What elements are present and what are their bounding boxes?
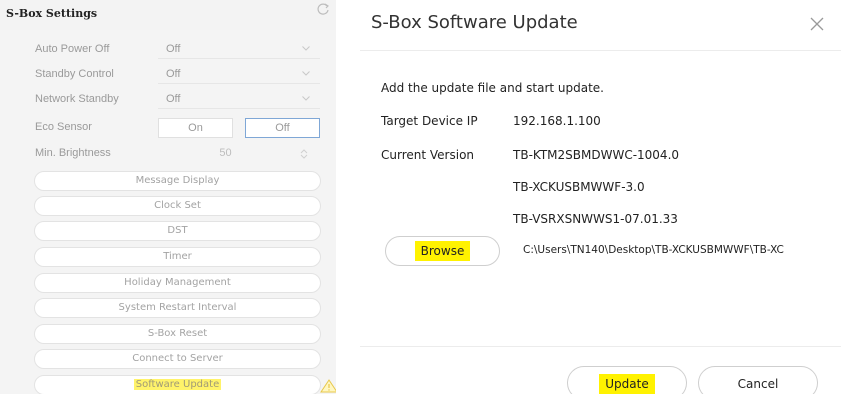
eco-sensor-off-button[interactable]: Off xyxy=(245,118,320,138)
setting-label: Auto Power Off xyxy=(35,43,110,55)
warning-icon xyxy=(320,379,336,393)
settings-header: S-Box Settings xyxy=(0,0,336,30)
software-update-dialog: S-Box Software Update Add the update fil… xyxy=(360,0,841,394)
version-item: TB-VSRXSNWWS1-07.01.33 xyxy=(513,212,678,226)
holiday-management-button[interactable]: Holiday Management xyxy=(34,273,321,293)
connect-to-server-button[interactable]: Connect to Server xyxy=(34,349,321,369)
select-value: Off xyxy=(166,93,181,105)
settings-body: Auto Power Off Off Standby Control Off N… xyxy=(0,30,336,394)
chevron-down-icon xyxy=(302,71,310,76)
setting-label: Standby Control xyxy=(35,68,114,80)
settings-title: S-Box Settings xyxy=(6,7,98,20)
select-value: Off xyxy=(166,43,181,55)
update-button[interactable]: Update xyxy=(567,366,687,394)
update-label: Update xyxy=(599,374,655,394)
brightness-value: 50 xyxy=(219,147,232,159)
version-item: TB-XCKUSBMWWF-3.0 xyxy=(513,180,645,194)
browse-label: Browse xyxy=(414,241,471,261)
setting-row-eco-sensor: Eco Sensor On Off xyxy=(0,118,336,138)
target-ip-label: Target Device IP xyxy=(381,114,478,128)
auto-power-off-select[interactable]: Off xyxy=(158,41,320,59)
clock-set-button[interactable]: Clock Set xyxy=(34,196,321,216)
network-standby-select[interactable]: Off xyxy=(158,91,320,109)
sbox-settings-panel: S-Box Settings Auto Power Off Off Standb… xyxy=(0,0,336,394)
stepper-icon[interactable] xyxy=(298,148,310,160)
setting-row-min-brightness: Min. Brightness 50 xyxy=(0,144,336,164)
footer-divider xyxy=(360,346,841,347)
select-value: Off xyxy=(166,68,181,80)
setting-row-auto-power-off: Auto Power Off Off xyxy=(0,40,336,60)
software-update-button[interactable]: Software Update xyxy=(34,375,336,394)
min-brightness-input[interactable]: 50 xyxy=(158,144,320,164)
cancel-button[interactable]: Cancel xyxy=(698,366,818,394)
setting-row-standby-control: Standby Control Off xyxy=(0,65,336,85)
dialog-title: S-Box Software Update xyxy=(371,12,578,33)
browse-button[interactable]: Browse xyxy=(385,236,500,266)
target-ip-value: 192.168.1.100 xyxy=(513,114,601,128)
version-item: TB-KTM2SBMDWWC-1004.0 xyxy=(513,148,680,162)
title-divider xyxy=(360,50,841,51)
message-display-button[interactable]: Message Display xyxy=(34,171,321,191)
system-restart-interval-button[interactable]: System Restart Interval xyxy=(34,298,321,318)
setting-label: Network Standby xyxy=(35,93,119,105)
setting-label: Min. Brightness xyxy=(35,147,111,159)
software-update-label: Software Update xyxy=(133,379,222,390)
timer-button[interactable]: Timer xyxy=(34,247,321,267)
setting-row-network-standby: Network Standby Off xyxy=(0,90,336,110)
close-icon[interactable] xyxy=(810,17,824,31)
current-version-label: Current Version xyxy=(381,148,475,162)
standby-control-select[interactable]: Off xyxy=(158,66,320,84)
dst-button[interactable]: DST xyxy=(34,221,321,241)
file-path-text: C:\Users\TN140\Desktop\TB-XCKUSBMWWF\TB-… xyxy=(523,244,784,256)
setting-label: Eco Sensor xyxy=(35,121,92,133)
instruction-text: Add the update file and start update. xyxy=(381,81,604,95)
refresh-icon[interactable] xyxy=(316,2,330,16)
chevron-down-icon xyxy=(302,96,310,101)
eco-sensor-on-button[interactable]: On xyxy=(158,118,233,138)
sbox-reset-button[interactable]: S-Box Reset xyxy=(34,324,321,344)
chevron-down-icon xyxy=(302,46,310,51)
